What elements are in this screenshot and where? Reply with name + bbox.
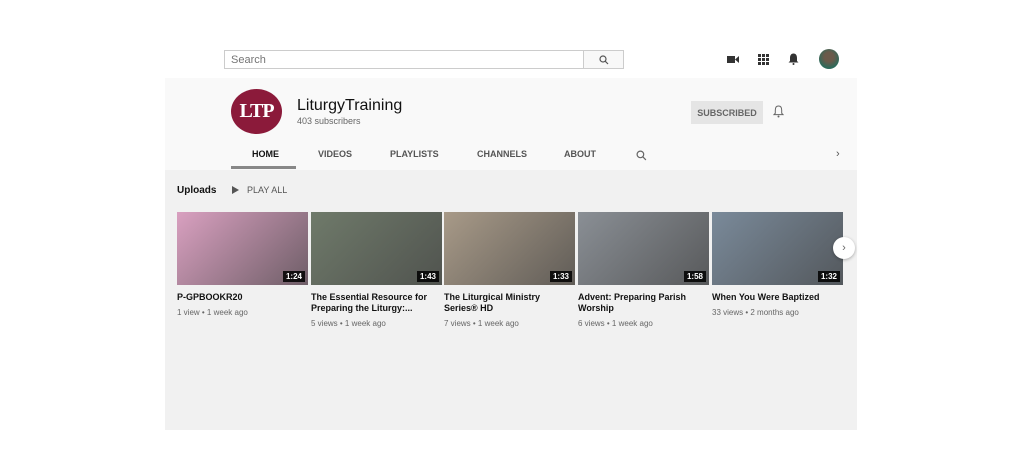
bell-icon[interactable]: [786, 52, 800, 66]
video-card[interactable]: 1:32 When You Were Baptized 33 views • 2…: [712, 212, 843, 317]
apps-grid-icon[interactable]: [756, 52, 770, 66]
video-duration: 1:32: [817, 271, 840, 282]
video-meta: 33 views • 2 months ago: [712, 308, 799, 317]
play-all-label: PLAY ALL: [247, 185, 288, 195]
video-card[interactable]: 1:58 Advent: Preparing Parish Worship 6 …: [578, 212, 709, 328]
video-camera-icon[interactable]: [726, 52, 740, 66]
video-card[interactable]: 1:33 The Liturgical Ministry Series® HD …: [444, 212, 575, 328]
video-thumbnail[interactable]: 1:32: [712, 212, 843, 285]
tabs-next-chevron-icon[interactable]: ›: [836, 148, 840, 160]
search-icon: [598, 54, 608, 64]
video-card[interactable]: 1:43 The Essential Resource for Preparin…: [311, 212, 442, 328]
video-thumbnail[interactable]: 1:24: [177, 212, 308, 285]
notification-bell-icon[interactable]: [772, 105, 785, 123]
video-thumbnail[interactable]: 1:33: [444, 212, 575, 285]
avatar[interactable]: [819, 49, 839, 69]
play-all-button[interactable]: PLAY ALL: [232, 185, 287, 195]
tab-about[interactable]: ABOUT: [564, 149, 596, 159]
channel-name: LiturgyTraining: [297, 97, 403, 114]
channel-logo: LTP: [231, 89, 282, 134]
video-meta: 6 views • 1 week ago: [578, 319, 653, 328]
search-input[interactable]: [224, 50, 584, 69]
subscriber-count: 403 subscribers: [297, 116, 361, 126]
video-duration: 1:24: [282, 271, 305, 282]
video-title[interactable]: The Liturgical Ministry Series® HD: [444, 292, 575, 314]
active-tab-indicator: [231, 166, 296, 169]
subscribed-button[interactable]: SUBSCRIBED: [691, 101, 763, 124]
video-duration: 1:43: [416, 271, 439, 282]
channel-search-icon[interactable]: [636, 148, 647, 166]
video-card[interactable]: 1:24 P-GPBOOKR20 1 view • 1 week ago: [177, 212, 308, 317]
tab-videos[interactable]: VIDEOS: [318, 149, 352, 159]
video-title[interactable]: P-GPBOOKR20: [177, 292, 308, 303]
carousel-next-button[interactable]: ›: [833, 237, 855, 259]
video-meta: 7 views • 1 week ago: [444, 319, 519, 328]
video-title[interactable]: When You Were Baptized: [712, 292, 843, 303]
video-duration: 1:33: [549, 271, 572, 282]
video-thumbnail[interactable]: 1:43: [311, 212, 442, 285]
video-title[interactable]: The Essential Resource for Preparing the…: [311, 292, 442, 314]
logo-text: LTP: [239, 100, 274, 122]
section-title: Uploads: [177, 185, 217, 196]
video-duration: 1:58: [683, 271, 706, 282]
tab-home[interactable]: HOME: [252, 149, 279, 159]
video-meta: 5 views • 1 week ago: [311, 319, 386, 328]
video-meta: 1 view • 1 week ago: [177, 308, 248, 317]
tab-playlists[interactable]: PLAYLISTS: [390, 149, 439, 159]
chevron-right-icon: ›: [842, 242, 846, 254]
play-icon: [232, 186, 239, 194]
search-button[interactable]: [584, 50, 624, 69]
video-title[interactable]: Advent: Preparing Parish Worship: [578, 292, 709, 314]
tab-channels[interactable]: CHANNELS: [477, 149, 527, 159]
video-thumbnail[interactable]: 1:58: [578, 212, 709, 285]
